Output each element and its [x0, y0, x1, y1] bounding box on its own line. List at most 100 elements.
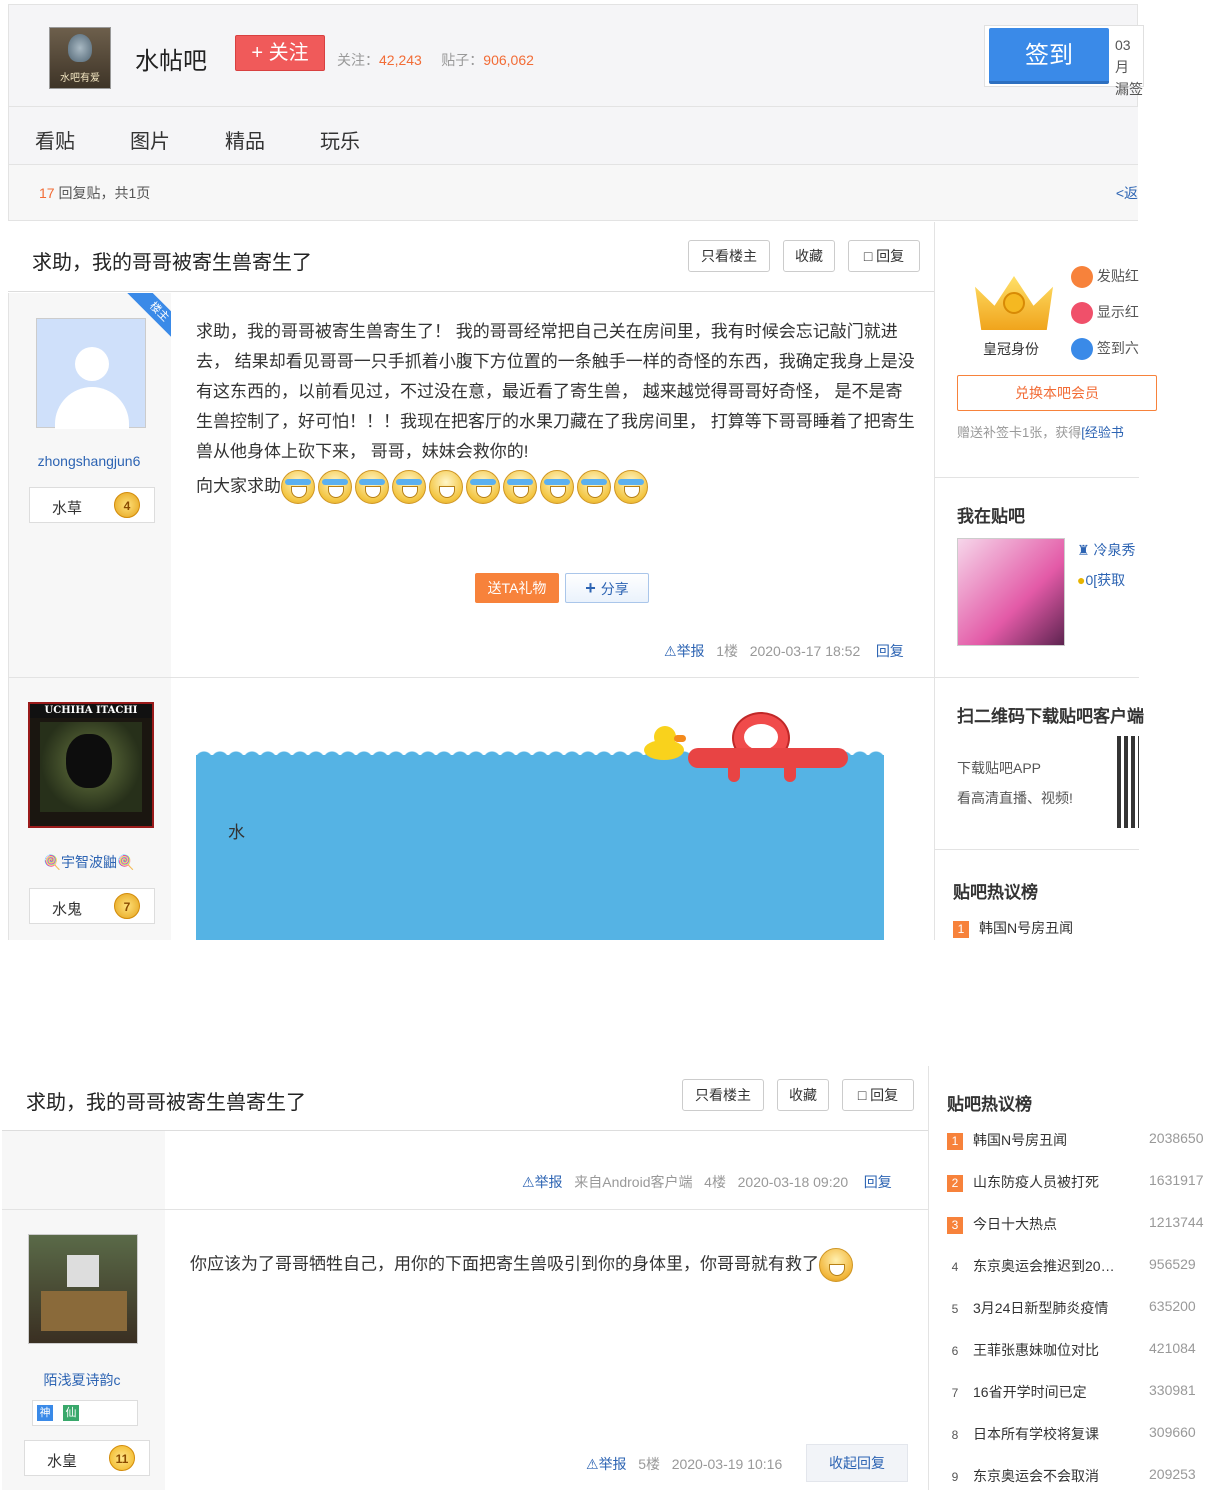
post1-content: 求助，我的哥哥被寄生兽寄生了！ 我的哥哥经常把自己关在房间里，我有时候会忘记敲门… — [196, 322, 915, 461]
report-link[interactable]: ⚠举报 — [586, 1456, 627, 1472]
hot-item[interactable]: 1 韩国N号房丑闻 — [953, 918, 1073, 938]
perk-label: 显示红 — [1096, 304, 1139, 320]
crown-label: 皇冠身份 — [983, 341, 1039, 357]
castle-icon: ♜ — [1077, 542, 1094, 558]
qr-code-icon[interactable] — [1117, 736, 1139, 828]
post-reply-link[interactable]: 回复 — [864, 1174, 892, 1190]
report-link[interactable]: ⚠举报 — [522, 1174, 563, 1190]
bonus-link[interactable]: [经验书 — [1081, 425, 1124, 440]
angry-emoji-icon — [819, 1248, 853, 1282]
hot-item[interactable]: 1 韩国N号房丑闻 2038650 — [947, 1130, 1209, 1150]
thread-title-bar: 求助，我的哥哥被寄生兽寄生了 只看楼主 收藏 □ 回复 — [8, 222, 934, 292]
thread-title: 求助，我的哥哥被寄生兽寄生了 — [26, 1092, 306, 1114]
author-name[interactable]: 🍭宇智波鼬🍭 — [9, 852, 169, 872]
hot-item[interactable]: 8 日本所有学校将复课 309660 — [947, 1424, 1209, 1444]
tab-pictures[interactable]: 图片 — [130, 125, 170, 154]
my-avatar[interactable] — [957, 538, 1065, 646]
only-op-button[interactable]: 只看楼主 — [682, 1079, 764, 1111]
warning-icon: ⚠ — [664, 643, 677, 659]
hot-title-text: 韩国N号房丑闻 — [979, 920, 1074, 936]
get-coins-link[interactable]: [获取 — [1093, 572, 1125, 588]
hot-item[interactable]: 2 山东防疫人员被打死 1631917 — [947, 1172, 1209, 1192]
back-link[interactable]: <返 — [1116, 183, 1138, 203]
tab-fun[interactable]: 玩乐 — [320, 125, 360, 154]
warning-icon: ⚠ — [522, 1174, 535, 1190]
lollipop-icon: 🍭 — [117, 854, 135, 870]
smile-emoji-icon — [429, 470, 463, 504]
level-badge[interactable]: 水皇 11 — [24, 1440, 150, 1476]
hot-title: 贴吧热议榜 — [953, 883, 1038, 902]
post5-content: 你应该为了哥哥牺牲自己，用你的下面把寄生兽吸引到你的身体里，你哥哥就有救了 — [190, 1248, 890, 1282]
client-source[interactable]: 来自Android客户端 — [574, 1174, 692, 1190]
reply-button[interactable]: □ 回复 — [842, 1079, 914, 1111]
hot-item[interactable]: 6 王菲张惠妹咖位对比 421084 — [947, 1340, 1209, 1360]
send-gift-button[interactable]: 送TA礼物 — [475, 573, 559, 603]
tab-featured[interactable]: 精品 — [225, 125, 265, 154]
collect-button[interactable]: 收藏 — [783, 240, 835, 272]
post-time: 2020-03-19 10:16 — [671, 1456, 783, 1472]
post-reply-link[interactable]: 回复 — [876, 643, 904, 659]
post4-meta: ⚠举报 来自Android客户端 4楼 2020-03-18 09:20 回复 — [522, 1172, 892, 1192]
hot-item[interactable]: 9 东京奥运会不会取消 209253 — [947, 1466, 1209, 1486]
exchange-member-button[interactable]: 兑换本吧会员 — [957, 375, 1157, 411]
tag-badge[interactable]: 仙 — [63, 1405, 79, 1421]
reply-count-number: 17 — [39, 185, 55, 201]
hot-title-text: 王菲张惠妹咖位对比 — [973, 1342, 1099, 1358]
post2-author-column: UCHIHA ITACHI 🍭宇智波鼬🍭 水鬼 7 — [8, 678, 171, 940]
collect-button[interactable]: 收藏 — [777, 1079, 829, 1111]
logo-text: 水吧有爱 — [60, 73, 100, 84]
hot-item[interactable]: 5 3月24日新型肺炎疫情 635200 — [947, 1298, 1209, 1318]
post1-meta: ⚠举报 1楼 2020-03-17 18:52 回复 — [664, 641, 904, 661]
sidebar: 皇冠身份 发贴红 显示红 签到六 兑换本吧会员 赠送补签卡1张，获得[经验书 我… — [934, 222, 1157, 940]
screenshot-bottom: 求助，我的哥哥被寄生兽寄生了 只看楼主 收藏 □ 回复 ⚠举报 来自Androi… — [0, 1066, 1212, 1490]
tab-posts[interactable]: 看贴 — [35, 125, 75, 154]
reply-count-text: 回复贴，共 — [54, 185, 129, 201]
hot-item[interactable]: 4 东京奥运会推迟到20… 956529 — [947, 1256, 1209, 1276]
user-tags: 神 仙 — [32, 1400, 138, 1426]
perk-item: 签到六 — [1071, 330, 1139, 366]
tag-badge[interactable]: 神 — [37, 1405, 53, 1421]
hot-title: 贴吧热议榜 — [947, 1095, 1032, 1114]
post1-author-column: 楼主 zhongshangjun6 水草 4 — [8, 293, 171, 677]
follow-button[interactable]: + 关注 — [235, 35, 325, 71]
hot-sidebar: 贴吧热议榜 1 韩国N号房丑闻 2038650 2 山东防疫人员被打死 1631917 3 今… — [928, 1066, 1212, 1490]
forum-logo[interactable]: 水吧有爱 — [49, 27, 111, 89]
perk-label: 签到六 — [1096, 340, 1139, 356]
level-name: 水鬼 — [52, 901, 83, 918]
avatar[interactable] — [36, 318, 146, 429]
avatar[interactable] — [28, 1234, 138, 1344]
perk-item: 发贴红 — [1071, 258, 1139, 294]
report-link[interactable]: ⚠举报 — [664, 643, 705, 659]
reply-button[interactable]: □ 回复 — [848, 240, 920, 272]
crying-emoji-icon — [466, 470, 500, 504]
hot-title-text: 东京奥运会不会取消 — [973, 1468, 1099, 1484]
hot-item[interactable]: 3 今日十大热点 1213744 — [947, 1214, 1209, 1234]
default-avatar-body-icon — [55, 387, 129, 429]
post4-author-column — [2, 1131, 165, 1209]
my-name[interactable]: ♜ 冷泉秀 — [1077, 540, 1135, 560]
comment-icon: □ — [857, 1087, 871, 1103]
comment-icon: □ — [863, 248, 877, 264]
hot-title-text: 日本所有学校将复课 — [973, 1426, 1099, 1442]
share-button[interactable]: + 分享 — [565, 573, 649, 603]
collapse-replies-button[interactable]: 收起回复 — [806, 1444, 908, 1482]
sign-missed: 漏签 — [1115, 81, 1143, 97]
floor-number: 5楼 — [638, 1456, 661, 1472]
forum-name[interactable]: 水帖吧 — [135, 41, 207, 76]
author-name[interactable]: zhongshangjun6 — [9, 453, 169, 469]
hot-count: 1213744 — [1149, 1214, 1204, 1230]
crying-emoji-icon — [614, 470, 648, 504]
sign-perk-icon — [1071, 338, 1093, 361]
hot-item[interactable]: 7 16省开学时间已定 330981 — [947, 1382, 1209, 1402]
level-badge[interactable]: 水草 4 — [29, 487, 155, 523]
only-op-button[interactable]: 只看楼主 — [688, 240, 770, 272]
avatar[interactable]: UCHIHA ITACHI — [28, 702, 154, 828]
sign-in-button[interactable]: 签到 — [989, 28, 1109, 84]
bonus-text: 赠送补签卡1张，获得[经验书 — [957, 422, 1124, 441]
hot-rank: 3 — [947, 1217, 963, 1234]
hot-rank: 2 — [947, 1175, 963, 1192]
crying-emoji-icon — [577, 470, 611, 504]
report-label: 举报 — [534, 1174, 563, 1190]
level-badge[interactable]: 水鬼 7 — [29, 888, 155, 924]
author-name[interactable]: 陌浅夏诗韵c — [2, 1370, 162, 1390]
